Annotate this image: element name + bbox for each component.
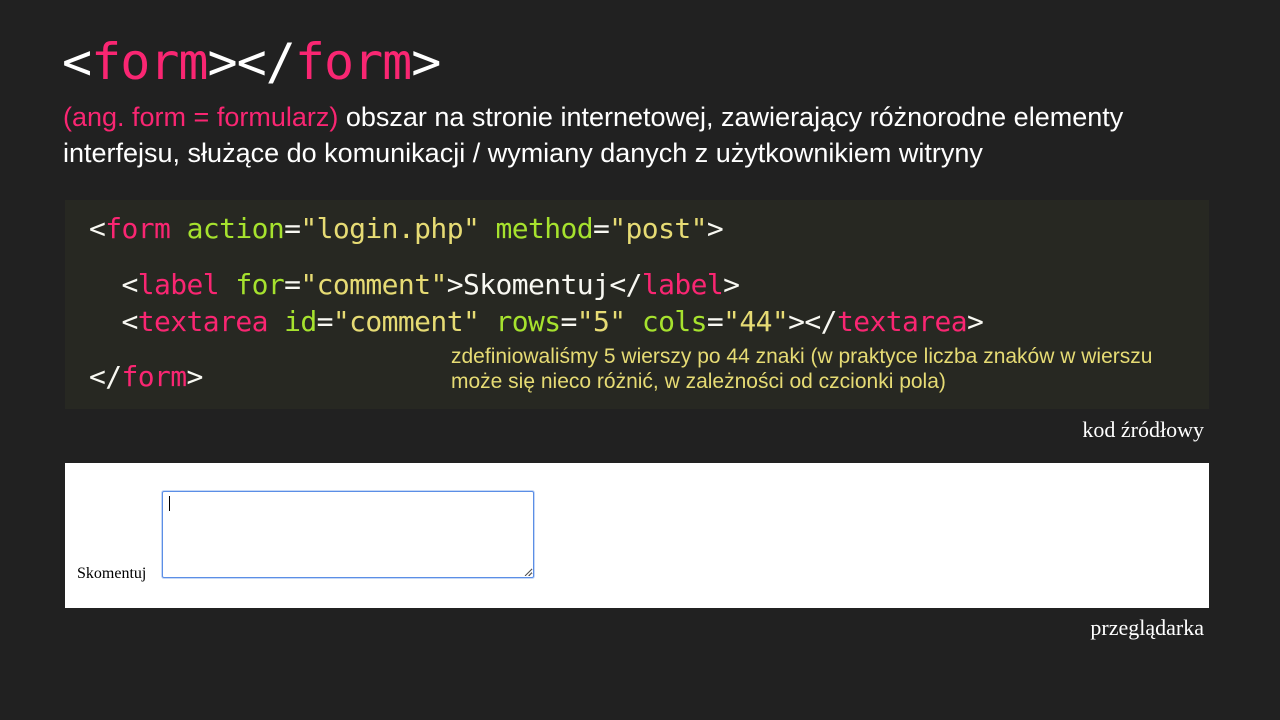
code-attribute: method [495, 212, 594, 245]
code-token: > [723, 268, 740, 301]
code-tag: textarea [137, 305, 269, 338]
browser-preview: Skomentuj [65, 463, 1209, 608]
code-token: > [446, 268, 464, 301]
browser-caption: przeglądarka [1090, 615, 1204, 640]
code-token: = [706, 305, 724, 338]
code-string: "comment" [332, 305, 480, 338]
code-block: <form action="login.php" method="post"> … [65, 200, 1209, 409]
code-tag: label [641, 268, 724, 301]
source-code-caption: kod źródłowy [1082, 417, 1204, 442]
code-tag: label [137, 268, 220, 301]
code-text: Skomentuj [462, 268, 610, 301]
code-comment: zdefiniowaliśmy 5 wierszy po 44 znaki (w… [451, 345, 1153, 393]
description-accent: (ang. form = formularz) [63, 102, 339, 132]
code-string: "login.php" [300, 212, 480, 245]
code-string: "44" [723, 305, 789, 338]
title-open-gt: > [207, 33, 238, 91]
code-tag: form [105, 212, 171, 245]
title-close-tag: form [294, 33, 412, 91]
title-open-tag: form [91, 33, 208, 91]
code-attribute: for [235, 268, 285, 301]
code-line-form-open: <form action="login.php" method="post"> [89, 211, 724, 247]
code-token: < [89, 212, 106, 245]
code-token: = [284, 268, 301, 301]
code-token: </ [89, 360, 122, 393]
code-attribute: rows [495, 305, 561, 338]
code-string: "post" [609, 212, 707, 245]
code-token: = [284, 212, 301, 245]
comment-label: Skomentuj [77, 565, 147, 582]
code-token: > [706, 212, 724, 245]
code-attribute: action [186, 212, 285, 245]
title-close-lt: </ [236, 33, 296, 91]
code-token: </ [609, 268, 642, 301]
code-token: < [121, 305, 139, 338]
comment-textarea[interactable] [162, 491, 534, 578]
code-token: = [593, 212, 610, 245]
code-token: > [967, 305, 984, 338]
text-caret [169, 496, 170, 511]
slide-title: <form></form> [62, 30, 441, 94]
code-token: </ [804, 305, 837, 338]
code-line-label: <label for="comment">Skomentuj</label> [89, 267, 740, 303]
code-attribute: id [284, 305, 317, 338]
title-open-lt: < [62, 33, 92, 91]
code-tag: form [121, 360, 188, 393]
code-token: = [560, 305, 578, 338]
slide-description: (ang. form = formularz) obszar na stroni… [63, 99, 1223, 171]
code-token: = [316, 305, 334, 338]
code-tag: textarea [836, 305, 968, 338]
code-token: > [186, 360, 204, 393]
code-attribute: cols [641, 305, 708, 338]
title-close-gt: > [411, 33, 441, 91]
code-string: "comment" [300, 268, 447, 301]
code-string: "5" [576, 305, 626, 338]
code-line-form-close: </form> [89, 359, 203, 395]
code-token: < [121, 268, 139, 301]
code-token: > [788, 305, 805, 338]
code-line-textarea: <textarea id="comment" rows="5" cols="44… [89, 304, 984, 340]
